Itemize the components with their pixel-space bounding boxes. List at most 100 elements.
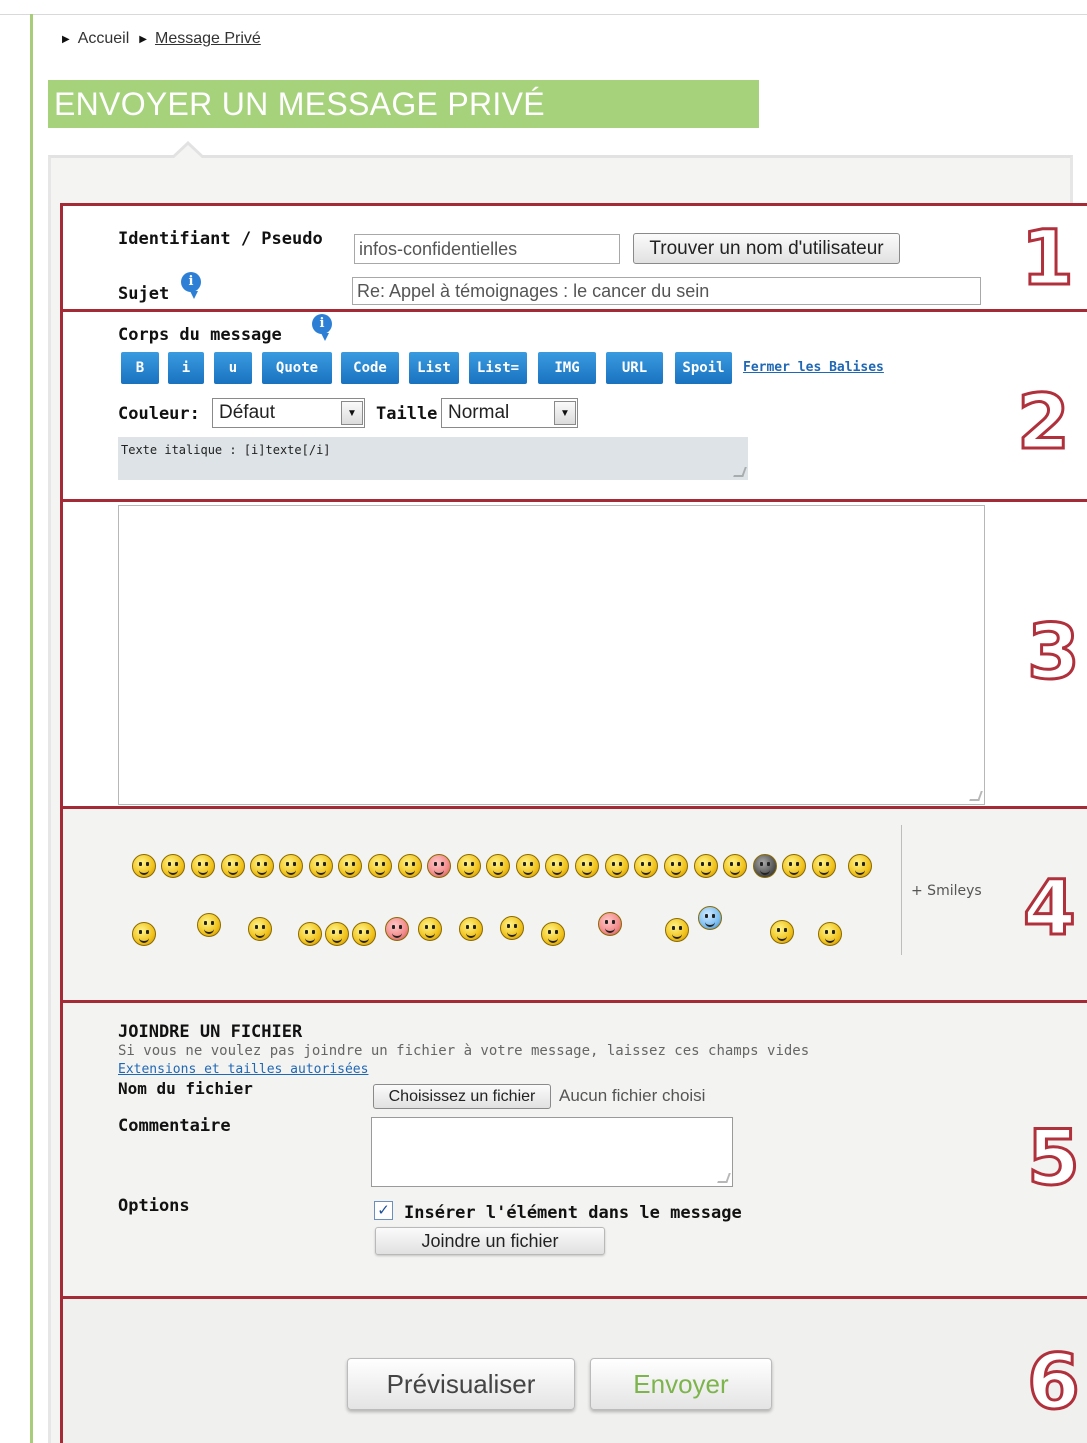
section-smileys: [60, 806, 1087, 1003]
color-select[interactable]: Défaut ▼: [212, 398, 365, 428]
smiley-cool-icon[interactable]: [309, 854, 333, 878]
info-icon[interactable]: i: [181, 272, 201, 299]
smiley-dizzy-icon[interactable]: [298, 922, 322, 946]
page-title: ENVOYER UN MESSAGE PRIVÉ: [54, 86, 545, 122]
smiley-shocked-icon[interactable]: [848, 854, 872, 878]
page-title-banner: ENVOYER UN MESSAGE PRIVÉ: [48, 80, 759, 128]
size-select-value: Normal: [448, 402, 510, 423]
smiley-tongue-icon[interactable]: [398, 854, 422, 878]
attach-file-button[interactable]: Joindre un fichier: [375, 1227, 605, 1255]
smiley-antenna-icon[interactable]: [197, 913, 221, 937]
recipient-input[interactable]: infos-confidentielles: [354, 234, 620, 264]
section-number-3: 3: [1026, 607, 1082, 696]
no-file-chosen-text: Aucun fichier choisi: [559, 1086, 706, 1105]
smiley-alien-icon[interactable]: [418, 917, 442, 941]
smiley-blush-icon[interactable]: [427, 854, 451, 878]
find-user-button[interactable]: Trouver un nom d'utilisateur: [633, 233, 900, 264]
smiley-bee-icon[interactable]: [665, 918, 689, 942]
smiley-grin-icon[interactable]: [132, 854, 156, 878]
ordered-list-button[interactable]: List=: [469, 352, 527, 384]
smiley-love-icon[interactable]: [325, 922, 349, 946]
close-tags-link[interactable]: Fermer les Balises: [743, 360, 884, 375]
smiley-dance-icon[interactable]: [500, 916, 524, 940]
insert-in-message-checkbox[interactable]: ✓: [374, 1201, 393, 1220]
more-smileys-link[interactable]: + Smileys: [911, 883, 982, 899]
smiley-trophy-icon[interactable]: [782, 854, 806, 878]
message-body-textarea[interactable]: [118, 505, 985, 805]
chevron-down-icon: ▼: [341, 401, 363, 425]
attachment-description: Si vous ne voulez pas joindre un fichier…: [118, 1043, 810, 1059]
section-number-5: 5: [1026, 1113, 1082, 1202]
breadcrumb-home-link[interactable]: Accueil: [78, 30, 130, 48]
smiley-neutral-icon[interactable]: [457, 854, 481, 878]
smiley-moon-icon[interactable]: [132, 922, 156, 946]
smiley-evil-icon[interactable]: [486, 854, 510, 878]
spoil-button[interactable]: Spoil: [675, 352, 732, 384]
smiley-kiss-icon[interactable]: [352, 922, 376, 946]
bold-button[interactable]: B: [121, 352, 159, 384]
comment-label: Commentaire: [118, 1116, 231, 1136]
breadcrumb-arrow-icon: ▶: [62, 33, 70, 45]
section-number-6: 6: [1026, 1337, 1082, 1426]
image-button[interactable]: IMG: [538, 352, 596, 384]
send-button[interactable]: Envoyer: [590, 1358, 772, 1410]
comment-textarea[interactable]: [371, 1117, 733, 1187]
smiley-wink-icon[interactable]: [575, 854, 599, 878]
smiley-arrow-icon[interactable]: [694, 854, 718, 878]
left-accent-bar: [30, 14, 33, 1443]
smiley-calm-icon[interactable]: [818, 922, 842, 946]
subject-input[interactable]: Re: Appel à témoignages : le cancer du s…: [352, 277, 981, 305]
top-divider: [0, 14, 1087, 15]
smiley-winner-icon[interactable]: [812, 854, 836, 878]
smiley-scream-icon[interactable]: [459, 917, 483, 941]
info-icon[interactable]: i: [312, 314, 332, 341]
smiley-question-icon[interactable]: [634, 854, 658, 878]
code-button[interactable]: Code: [341, 352, 399, 384]
breadcrumb-current-link[interactable]: Message Privé: [155, 30, 261, 48]
url-button[interactable]: URL: [606, 352, 663, 384]
smiley-reading-icon[interactable]: [770, 920, 794, 944]
size-select[interactable]: Normal ▼: [441, 398, 578, 428]
smiley-sad-icon[interactable]: [191, 854, 215, 878]
smiley-bug-icon[interactable]: [248, 917, 272, 941]
underline-button[interactable]: u: [214, 352, 252, 384]
quote-button[interactable]: Quote: [262, 352, 332, 384]
smiley-sleepy-icon[interactable]: [541, 922, 565, 946]
smiley-mask-icon[interactable]: [753, 854, 777, 878]
smiley-party-icon[interactable]: [598, 912, 622, 936]
subject-label: Sujet: [118, 284, 170, 304]
filename-label: Nom du fichier: [118, 1079, 253, 1098]
italic-button[interactable]: i: [168, 352, 204, 384]
chevron-down-icon: ▼: [554, 401, 576, 425]
bbcode-help-box: Texte italique : [i]texte[/i]: [118, 437, 748, 480]
smiley-exclamation-icon[interactable]: [605, 854, 629, 878]
section-number-2: 2: [1016, 377, 1072, 466]
message-body-label: Corps du message: [118, 325, 282, 345]
bbcode-help-text: Texte italique : [i]texte[/i]: [121, 443, 331, 457]
smiley-laugh-icon[interactable]: [338, 854, 362, 878]
breadcrumb: ▶ Accueil ▶ Message Privé: [62, 30, 271, 48]
list-button[interactable]: List: [409, 352, 459, 384]
smiley-rolleyes-icon[interactable]: [545, 854, 569, 878]
smiley-angel-icon[interactable]: [698, 906, 722, 930]
smiley-happy-icon[interactable]: [279, 854, 303, 878]
size-label: Taille:: [376, 404, 448, 424]
preview-button[interactable]: Prévisualiser: [347, 1358, 575, 1410]
smiley-surprised-icon[interactable]: [221, 854, 245, 878]
color-select-value: Défaut: [219, 402, 275, 423]
smiley-idea-icon[interactable]: [664, 854, 688, 878]
smiley-cry-icon[interactable]: [368, 854, 392, 878]
allowed-extensions-link[interactable]: Extensions et tailles autorisées: [118, 1062, 368, 1077]
choose-file-button[interactable]: Choisissez un fichier: [373, 1084, 551, 1109]
panel-notch-fill: [173, 145, 203, 159]
resize-grip-icon[interactable]: [969, 791, 983, 801]
smiley-confused-icon[interactable]: [250, 854, 274, 878]
resize-grip-icon[interactable]: [733, 467, 747, 477]
smiley-smile-icon[interactable]: [161, 854, 185, 878]
smiley-devil-icon[interactable]: [516, 854, 540, 878]
smiley-bow-icon[interactable]: [385, 917, 409, 941]
smiley-mad-icon[interactable]: [723, 854, 747, 878]
smileys-divider: [901, 825, 902, 955]
resize-grip-icon[interactable]: [717, 1173, 731, 1183]
breadcrumb-arrow-icon: ▶: [139, 33, 147, 45]
